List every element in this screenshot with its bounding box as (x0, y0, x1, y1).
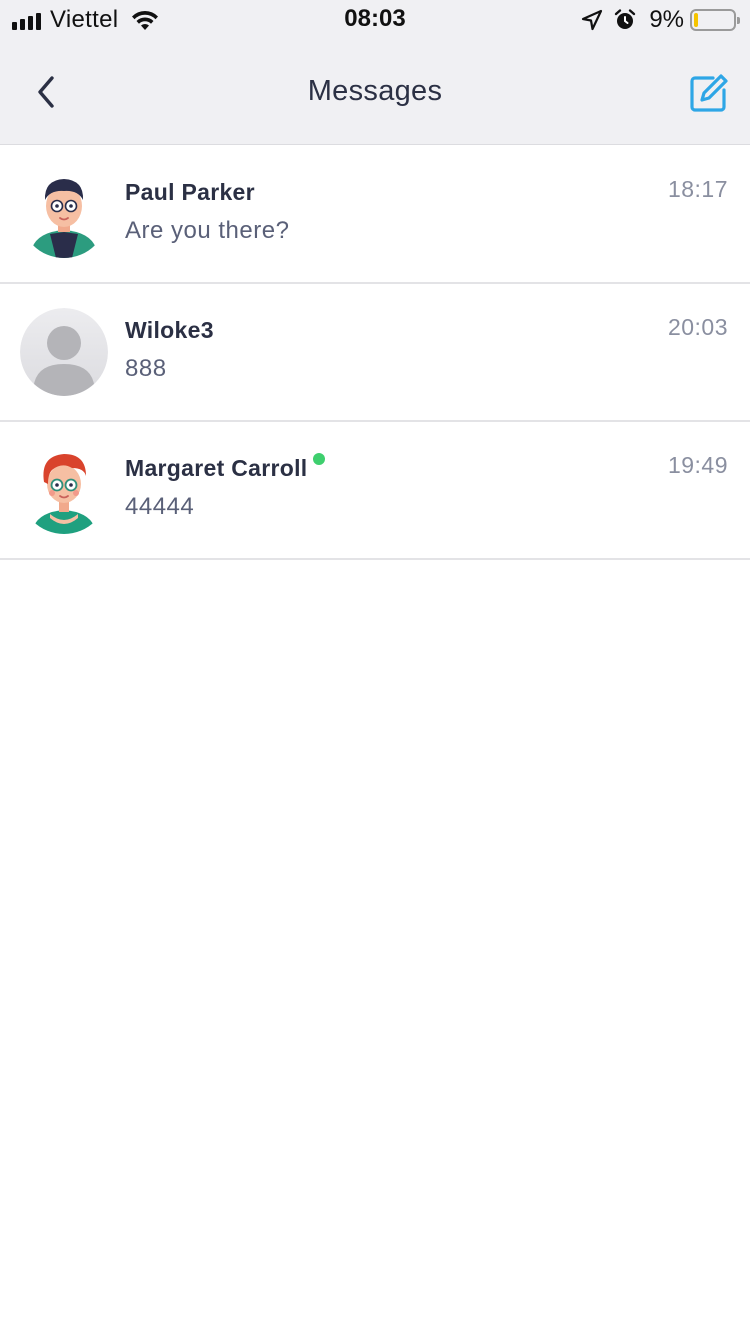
navigation-bar: Messages (0, 40, 750, 145)
page-title: Messages (307, 75, 443, 107)
message-preview: 44444 (125, 493, 195, 520)
message-time: 19:49 (667, 452, 728, 478)
conversation-list: Paul Parker Are you there? 18:17 Wiloke3… (0, 146, 750, 560)
battery-icon (690, 9, 740, 31)
female-avatar-icon (20, 446, 108, 534)
online-status-dot (313, 453, 326, 465)
contact-name-wrap: Wiloke3 (125, 317, 214, 344)
message-preview: Are you there? (125, 217, 290, 244)
status-bar-right: 9% (581, 6, 740, 34)
message-time: 20:03 (667, 314, 728, 340)
battery-level-fill (694, 13, 698, 27)
conversation-row[interactable]: Paul Parker Are you there? 18:17 (0, 146, 750, 284)
contact-name-wrap: Paul Parker (125, 179, 255, 206)
message-preview: 888 (125, 355, 167, 382)
contact-name: Margaret Carroll (125, 455, 308, 481)
avatar (20, 446, 108, 534)
battery-percent: 9% (649, 6, 684, 33)
default-user-avatar-icon (20, 308, 108, 396)
contact-name-wrap: Margaret Carroll (125, 453, 326, 482)
message-time: 18:17 (667, 176, 728, 202)
compose-icon (690, 74, 728, 112)
status-bar: Viettel 08:03 9% (0, 0, 750, 40)
battery-cap (737, 17, 740, 24)
conversation-row[interactable]: Wiloke3 888 20:03 (0, 284, 750, 422)
alarm-icon (615, 9, 636, 29)
avatar (20, 308, 108, 396)
location-arrow-icon (582, 9, 603, 31)
conversation-row[interactable]: Margaret Carroll 44444 19:49 (0, 422, 750, 560)
compose-button[interactable] (686, 70, 732, 116)
male-avatar-icon (20, 170, 108, 258)
contact-name: Paul Parker (125, 179, 255, 205)
avatar (20, 170, 108, 258)
contact-name: Wiloke3 (125, 317, 214, 343)
